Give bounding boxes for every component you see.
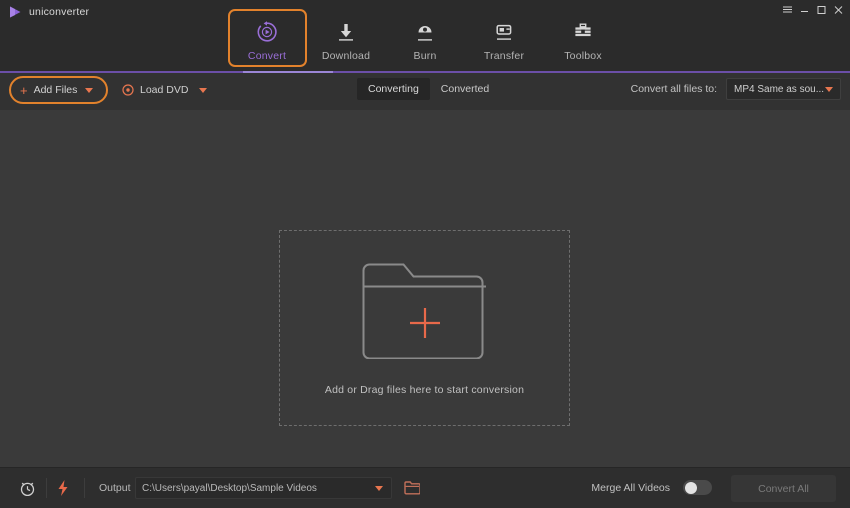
- load-dvd-label: Load DVD: [140, 84, 189, 96]
- alarm-clock-icon[interactable]: [19, 480, 36, 497]
- convert-circular-play-icon: [255, 19, 279, 45]
- output-label: Output: [99, 482, 131, 494]
- nav-tab-burn[interactable]: Burn: [386, 9, 465, 67]
- burn-disc-icon: [414, 19, 436, 45]
- lightning-bolt-icon[interactable]: [56, 479, 70, 497]
- conversion-status-tabs: Converting Converted: [357, 78, 500, 100]
- tab-converting[interactable]: Converting: [357, 78, 430, 100]
- tab-converted[interactable]: Converted: [430, 78, 500, 100]
- download-arrow-icon: [335, 19, 357, 45]
- main-nav: Convert Download Burn Transfer Toolbox: [0, 9, 850, 67]
- add-files-caret-down-icon[interactable]: [85, 87, 94, 93]
- bottom-divider-2: [84, 478, 85, 498]
- output-path-input[interactable]: C:\Users\payal\Desktop\Sample Videos: [135, 477, 392, 499]
- transfer-device-icon: [493, 19, 515, 45]
- load-dvd-button[interactable]: Load DVD: [122, 76, 208, 104]
- toolbox-icon: [572, 19, 594, 45]
- nav-tab-convert-label: Convert: [247, 50, 287, 62]
- nav-tab-transfer-label: Transfer: [483, 50, 525, 62]
- title-bar: uniconverter Convert Download Burn Trans…: [0, 0, 850, 73]
- output-format-select[interactable]: MP4 Same as sou...: [726, 78, 841, 100]
- output-path-value: C:\Users\payal\Desktop\Sample Videos: [142, 482, 317, 494]
- nav-tab-download-label: Download: [321, 50, 371, 62]
- merge-all-videos-label: Merge All Videos: [591, 482, 670, 494]
- nav-tab-burn-label: Burn: [413, 50, 437, 62]
- nav-tab-convert[interactable]: Convert: [227, 9, 307, 67]
- add-files-button[interactable]: + Add Files: [9, 76, 108, 104]
- action-bar: + Add Files Load DVD Converting Converte…: [0, 73, 850, 110]
- add-files-label: Add Files: [33, 84, 78, 96]
- convert-all-button[interactable]: Convert All: [731, 475, 836, 502]
- nav-tab-toolbox-label: Toolbox: [564, 50, 602, 62]
- file-dropzone[interactable]: Add or Drag files here to start conversi…: [279, 230, 570, 426]
- toggle-knob: [684, 481, 697, 494]
- output-path-caret-down-icon[interactable]: [375, 485, 383, 491]
- nav-tab-toolbox[interactable]: Toolbox: [544, 9, 623, 67]
- nav-tab-transfer[interactable]: Transfer: [465, 9, 544, 67]
- folder-open-icon[interactable]: [404, 481, 421, 500]
- bottom-bar: Output C:\Users\payal\Desktop\Sample Vid…: [0, 467, 850, 508]
- merge-all-videos-toggle[interactable]: [683, 480, 712, 495]
- uniconverter-window: uniconverter Convert Download Burn Trans…: [0, 0, 850, 508]
- convert-all-to-label: Convert all files to:: [630, 83, 717, 95]
- nav-tab-download[interactable]: Download: [307, 9, 386, 67]
- bottom-divider-1: [46, 478, 47, 498]
- disc-icon: [122, 84, 134, 96]
- dropzone-instruction-text: Add or Drag files here to start conversi…: [324, 384, 525, 396]
- convert-all-to-group: Convert all files to: MP4 Same as sou...: [631, 77, 841, 101]
- output-format-caret-down-icon: [825, 86, 833, 92]
- main-content: Add or Drag files here to start conversi…: [0, 110, 850, 467]
- load-dvd-caret-down-icon[interactable]: [199, 87, 208, 93]
- output-format-value: MP4 Same as sou...: [734, 83, 825, 95]
- plus-icon: +: [20, 82, 28, 98]
- folder-plus-icon: [361, 262, 489, 364]
